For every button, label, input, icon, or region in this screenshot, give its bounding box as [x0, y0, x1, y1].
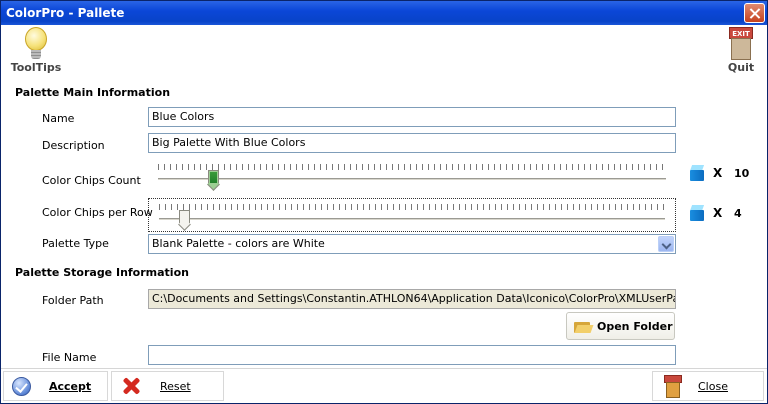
palette-type-label: Palette Type [42, 237, 109, 250]
close-label: Close [698, 380, 728, 393]
folder-path-field: C:\Documents and Settings\Constantin.ATH… [148, 289, 676, 309]
tooltips-label: ToolTips [10, 61, 62, 74]
slider-ticks [159, 204, 665, 210]
storage-info-section-title: Palette Storage Information [15, 266, 189, 279]
description-label: Description [42, 139, 105, 152]
file-name-input[interactable] [148, 345, 676, 365]
main-info-section-title: Palette Main Information [15, 86, 171, 99]
bottom-bar: Accept Reset Close [1, 368, 767, 403]
color-chip-icon [689, 205, 705, 221]
name-label: Name [42, 112, 75, 125]
tooltips-button[interactable]: ToolTips [9, 27, 63, 74]
checkmark-icon [12, 377, 31, 396]
chips-per-row-label: Color Chips per Row [42, 206, 153, 219]
quit-button[interactable]: EXIT Quit [719, 27, 763, 74]
open-folder-button[interactable]: Open Folder [566, 312, 675, 340]
palette-type-selected: Blank Palette - colors are White [152, 237, 325, 250]
file-name-label: File Name [42, 351, 97, 364]
color-chip-icon [689, 165, 705, 181]
lightbulb-icon [23, 27, 49, 61]
slider-thumb[interactable] [178, 210, 191, 231]
chips-per-row-value: 4 [734, 207, 742, 220]
open-folder-icon [574, 320, 594, 333]
chips-count-value: 10 [734, 167, 750, 180]
quit-label: Quit [727, 61, 755, 74]
times-symbol: X [713, 166, 723, 180]
slider-track [159, 218, 665, 221]
chevron-down-icon[interactable] [658, 236, 674, 252]
chips-count-slider[interactable] [148, 159, 676, 193]
reset-label: Reset [160, 380, 191, 393]
close-button[interactable]: Close [652, 371, 764, 401]
exit-door-icon: EXIT [726, 27, 756, 61]
slider-track [158, 178, 666, 181]
red-x-icon [122, 377, 140, 395]
folder-path-label: Folder Path [42, 294, 104, 307]
chips-count-label: Color Chips Count [42, 174, 141, 187]
slider-ticks [158, 164, 666, 170]
description-input[interactable]: Big Palette With Blue Colors [148, 133, 676, 153]
reset-button[interactable]: Reset [111, 371, 224, 401]
open-folder-label: Open Folder [597, 320, 673, 333]
name-input[interactable]: Blue Colors [148, 107, 676, 127]
chips-per-row-slider[interactable] [148, 198, 676, 232]
window-title: ColorPro - Pallete [6, 6, 125, 20]
accept-button[interactable]: Accept [3, 371, 108, 401]
window-close-button[interactable] [744, 3, 765, 23]
exit-door-icon [663, 375, 683, 398]
palette-window: ColorPro - Pallete ToolTips EXIT Quit Pa… [0, 0, 768, 404]
palette-type-select[interactable]: Blank Palette - colors are White [148, 234, 676, 254]
times-symbol: X [713, 206, 723, 220]
title-bar: ColorPro - Pallete [1, 1, 767, 25]
slider-thumb[interactable] [206, 170, 220, 191]
accept-label: Accept [49, 380, 92, 393]
